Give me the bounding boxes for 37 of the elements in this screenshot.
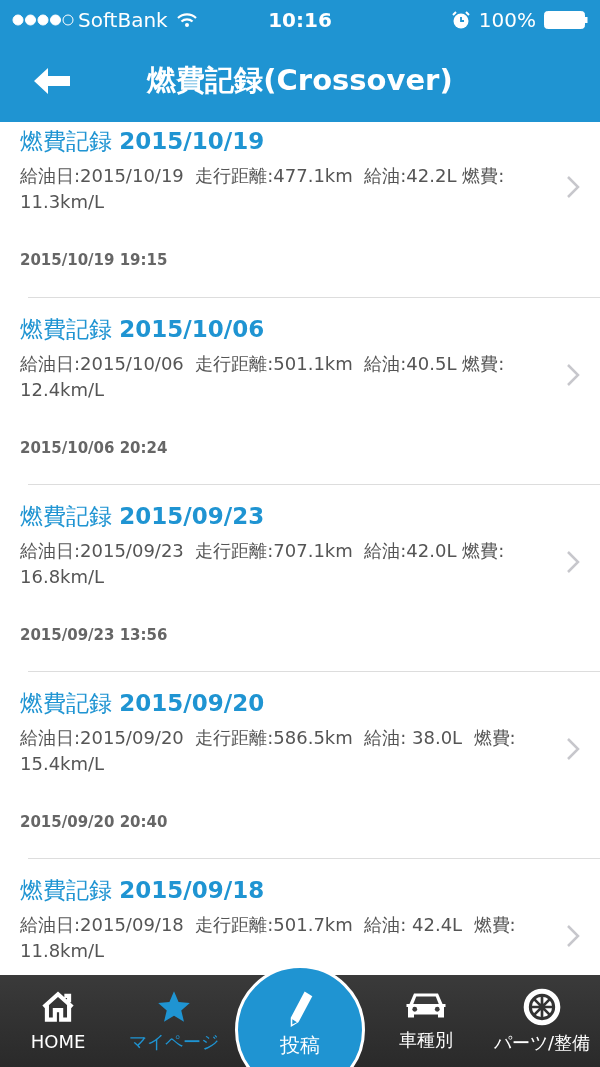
tab-item[interactable]: マイページ — [116, 975, 232, 1067]
record-item[interactable]: 燃費記録 2015/09/23 給油日:2015/09/23 走行距離:707.1km 給油:42.0L 燃費: 16.8km/L 2015/09/23 13:56 — [0, 485, 600, 671]
posted-time: 2015/10/19 19:15 — [20, 249, 168, 271]
back-arrow-icon — [34, 67, 70, 95]
record-title: 燃費記録 2015/09/18 — [20, 876, 266, 905]
record-title: 燃費記録 2015/09/20 — [20, 689, 266, 718]
wheel-icon — [522, 986, 562, 1027]
chevron-right-icon — [566, 175, 580, 200]
record-details: 給油日:2015/09/23 走行距離:707.1km 給油:42.0L 燃費: 16.8km/L — [20, 538, 506, 589]
battery-icon — [544, 11, 588, 29]
record-title: 燃費記録 2015/10/06 — [20, 315, 266, 344]
battery-percent: 100% — [478, 7, 536, 34]
chevron-right-icon — [566, 363, 580, 388]
posted-time: 2015/09/23 13:56 — [20, 624, 168, 646]
record-details: 給油日:2015/09/18 走行距離:501.7km 給油: 42.4L 燃費: 11.8km/L — [20, 912, 517, 963]
record-details: 給油日:2015/10/06 走行距離:501.1km 給油:40.5L 燃費: 12.4km/L — [20, 351, 506, 402]
page-title: 燃費記録(Crossover) — [147, 62, 453, 100]
signal-icon — [12, 14, 74, 26]
record-item[interactable]: 燃費記録 2015/09/20 給油日:2015/09/20 走行距離:586.5km 給油: 38.0L 燃費: 15.4km/L 2015/09/20 20:40 — [0, 672, 600, 858]
record-details: 給油日:2015/10/19 走行距離:477.1km 給油:42.2L 燃費: 11.3km/L — [20, 163, 506, 214]
chevron-right-icon — [566, 550, 580, 575]
record-details: 給油日:2015/09/20 走行距離:586.5km 給油: 38.0L 燃費: 15.4km/L — [20, 725, 517, 776]
record-item[interactable]: 燃費記録 2015/10/19 給油日:2015/10/19 走行距離:477.1km 給油:42.2L 燃費: 11.3km/L 2015/10/19 19:15 — [0, 122, 600, 297]
record-title: 燃費記録 2015/09/23 — [20, 502, 266, 531]
tab-item[interactable]: HOME — [0, 975, 116, 1067]
status-time: 10:16 — [268, 7, 332, 34]
chevron-right-icon — [566, 737, 580, 762]
record-title: 燃費記録 2015/10/19 — [20, 127, 266, 156]
wifi-icon — [175, 12, 198, 28]
chevron-right-icon — [566, 924, 580, 949]
tab-item[interactable]: 車種別 — [368, 975, 484, 1067]
record-item[interactable]: 燃費記録 2015/10/06 給油日:2015/10/06 走行距離:501.1km 給油:40.5L 燃費: 12.4km/L 2015/10/06 20:24 — [0, 298, 600, 484]
posted-time: 2015/09/20 20:40 — [20, 811, 168, 833]
alarm-icon — [450, 10, 471, 30]
carrier-name: SoftBank — [78, 7, 168, 34]
tab-item[interactable]: パーツ/整備 — [484, 975, 600, 1067]
posted-time: 2015/10/06 20:24 — [20, 437, 168, 459]
